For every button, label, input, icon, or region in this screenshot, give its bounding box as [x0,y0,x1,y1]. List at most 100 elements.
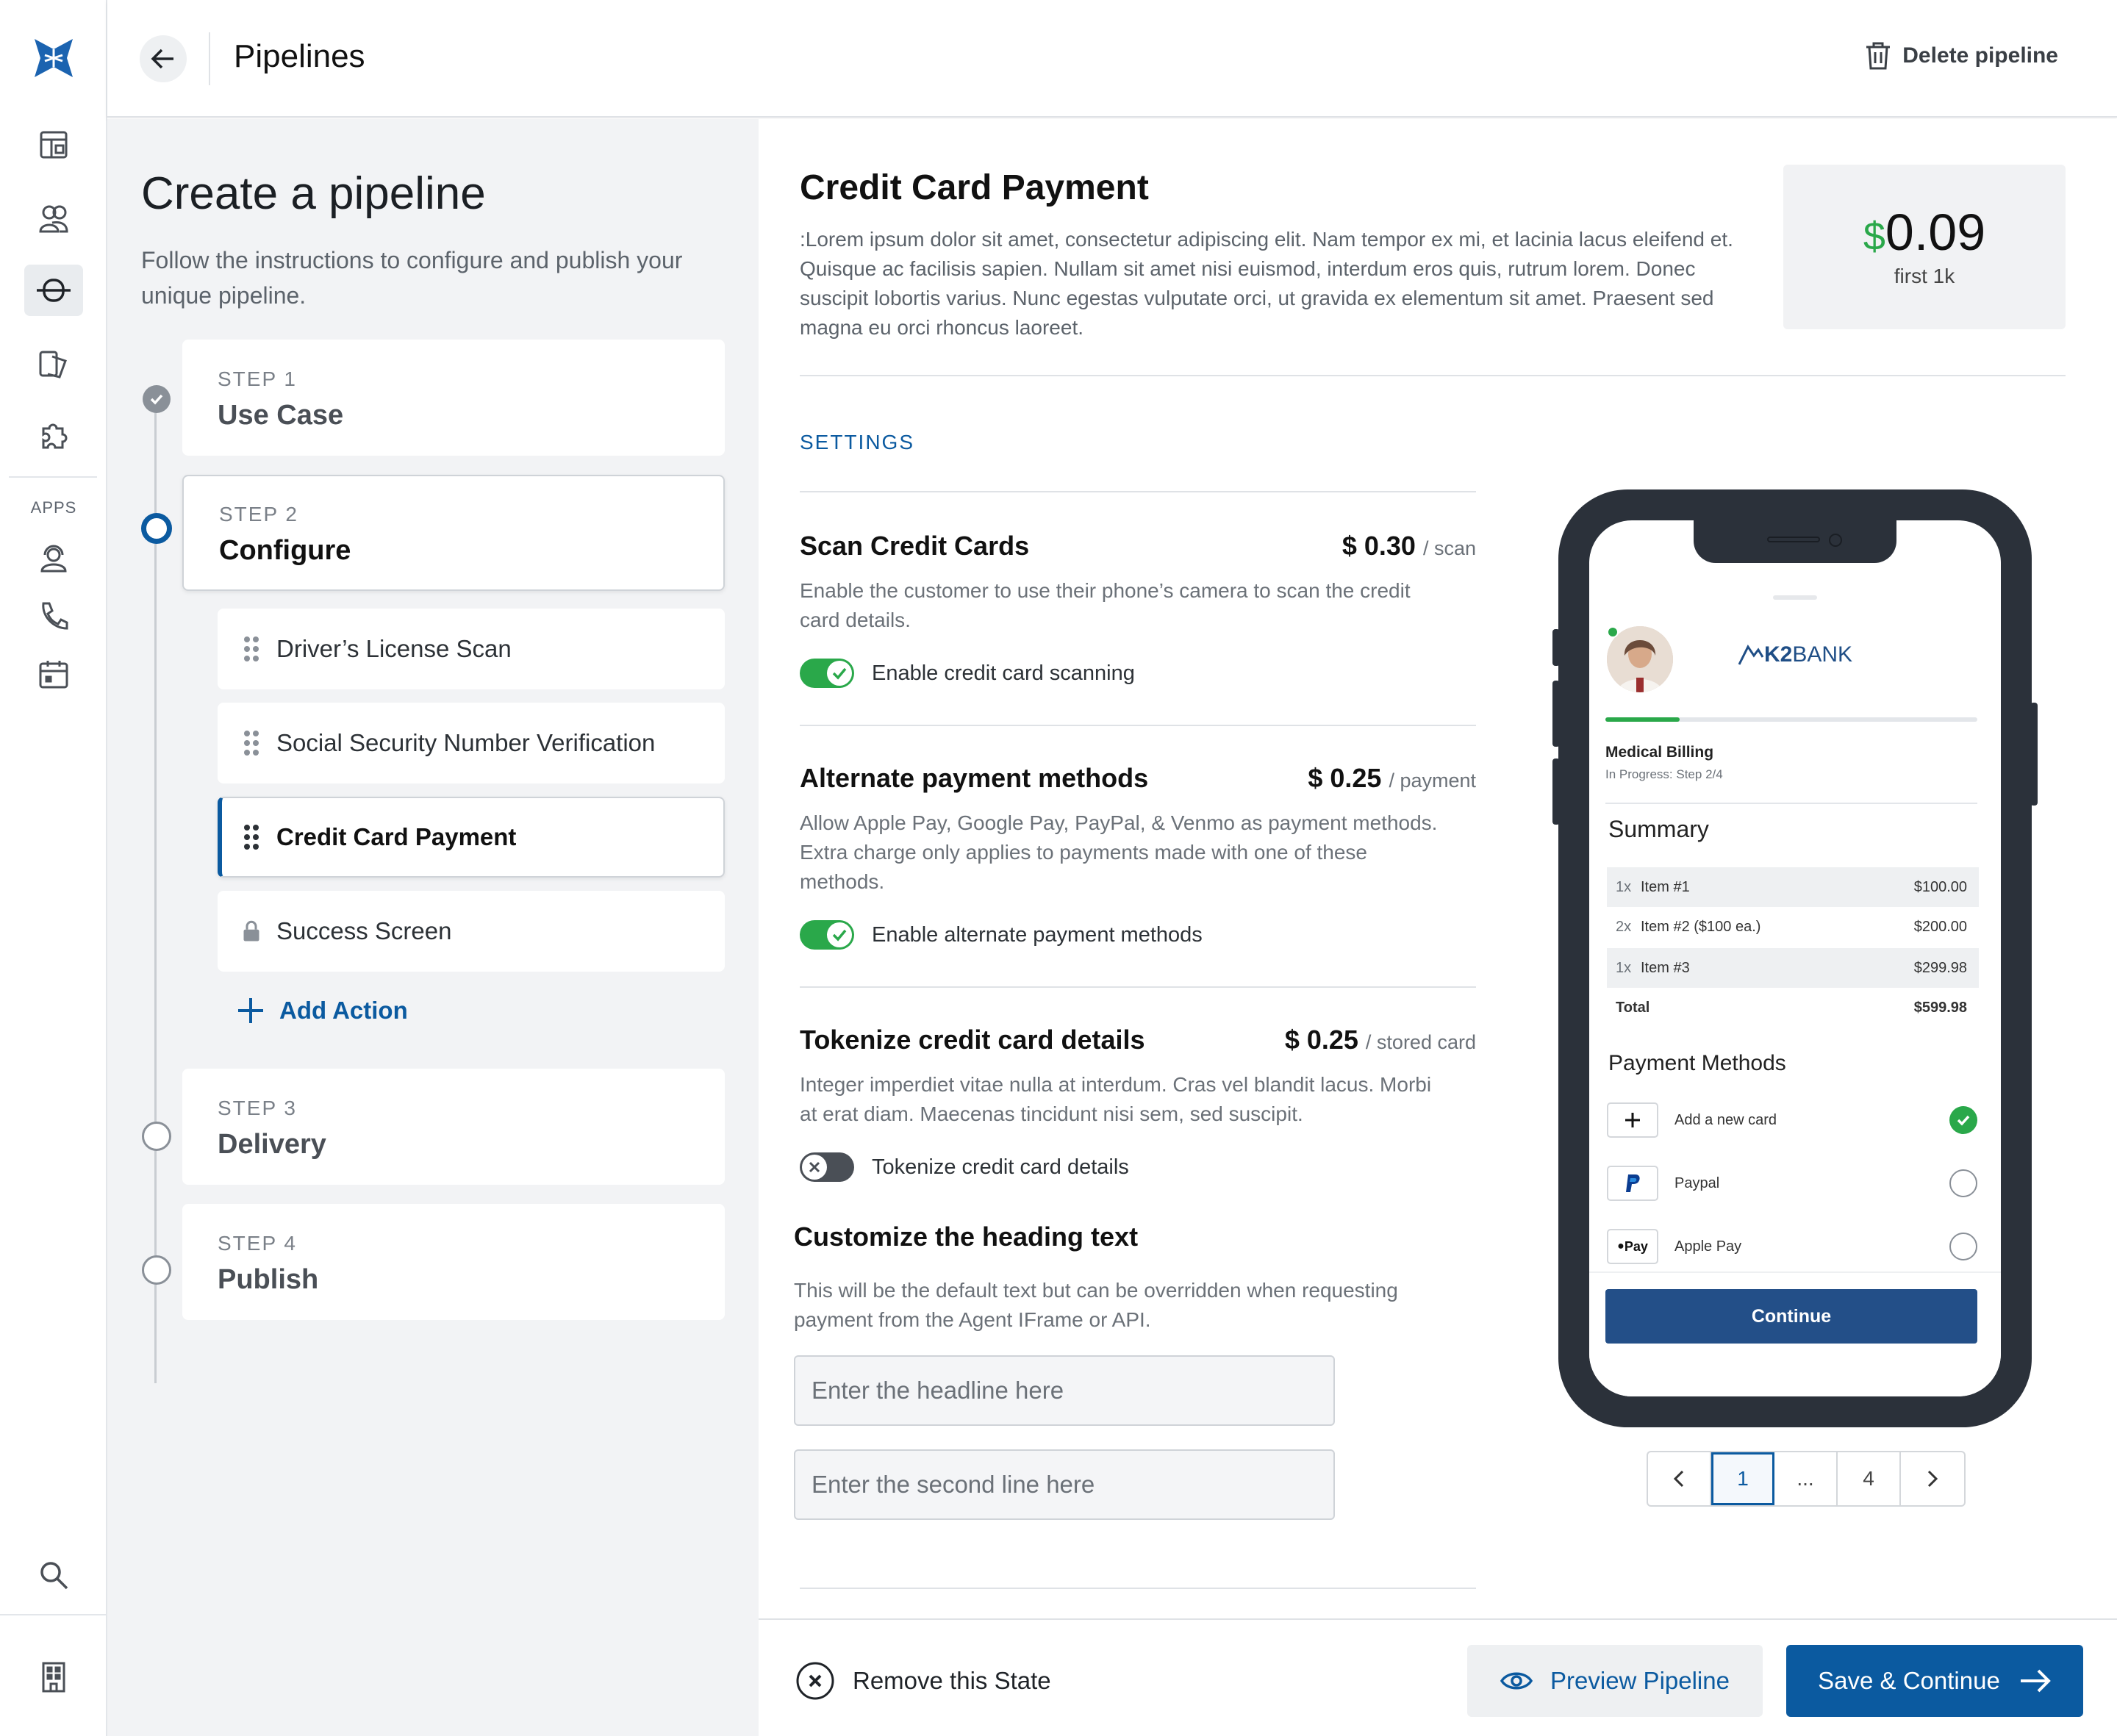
method-name: Add a new card [1674,1111,1777,1128]
remove-state-button[interactable]: Remove this State [795,1661,1051,1701]
step-name: Use Case [218,400,344,431]
radio-unchecked[interactable] [1949,1169,1977,1197]
panel-subtitle: Follow the instructions to configure and… [141,247,683,309]
item-name: Item #1 [1641,878,1690,895]
scan-cards-toggle[interactable] [800,659,854,688]
payment-method-add-card[interactable]: Add a new card [1607,1101,1979,1139]
add-action-button[interactable]: Add Action [237,997,408,1025]
payment-method-paypal[interactable]: Paypal [1607,1164,1979,1202]
x-icon [802,1155,827,1180]
customize-title: Customize the heading text [794,1222,1139,1252]
radio-unchecked[interactable] [1949,1233,1977,1260]
alternate-payment-toggle[interactable] [800,920,854,950]
pipelines-icon[interactable] [24,265,83,316]
headline-input[interactable] [794,1355,1335,1426]
setting-title: Alternate payment methods [800,763,1149,793]
drag-handle-icon[interactable] [243,636,260,662]
drag-handle-icon[interactable] [243,730,260,756]
action-name: Social Security Number Verification [276,729,656,756]
pager-ellipsis[interactable]: ... [1774,1452,1838,1505]
save-continue-button[interactable]: Save & Continue [1786,1645,2083,1717]
divider [800,375,2066,376]
drag-handle-icon[interactable] [243,824,260,850]
check-icon [827,922,852,947]
action-name: Driver’s License Scan [276,635,512,662]
summary-total-row: Total $599.98 [1607,988,1979,1027]
page-title: Pipelines [234,38,365,74]
divider [800,491,1476,492]
lock-icon [243,917,260,945]
summary-title: Summary [1608,816,1709,842]
action-name: Credit Card Payment [276,823,517,850]
action-title: Credit Card Payment [800,168,1149,207]
phone-notch [1694,520,1896,563]
action-description: :Lorem ipsum dolor sit amet, consectetur… [800,228,1733,339]
action-success-screen[interactable]: Success Screen [218,891,725,972]
phone-screen: K2 BANK Medical Billing In Progress: Step… [1589,520,2001,1396]
timeline-line [154,398,157,1383]
radio-checked[interactable] [1949,1106,1977,1134]
mountain-icon [1738,645,1764,665]
apple-pay-icon-text: Pay [1624,1238,1648,1254]
action-credit-card-payment[interactable]: Credit Card Payment [218,797,725,878]
price-box: $0.09 first 1k [1783,165,2066,329]
dashboard-icon[interactable] [24,119,83,171]
step-label: STEP 1 [218,367,297,390]
step-name: Configure [219,535,351,566]
summary-row: 1x Item #3 $299.98 [1607,948,1979,988]
plus-icon [238,998,263,1023]
item-qty: 2x [1616,918,1632,935]
payment-method-apple-pay[interactable]: ● Pay Apple Pay [1607,1227,1979,1266]
pipeline-steps-panel: Create a pipeline Follow the instruction… [107,119,759,1736]
users-icon[interactable] [24,193,83,244]
pager-page[interactable]: 1 [1711,1452,1774,1505]
pager-next-button[interactable] [1901,1452,1964,1505]
preview-pipeline-button[interactable]: Preview Pipeline [1467,1645,1763,1717]
action-drivers-license-scan[interactable]: Driver’s License Scan [218,609,725,689]
step-name: Publish [218,1264,319,1295]
search-icon[interactable] [24,1549,83,1601]
step-card-delivery[interactable]: STEP 3 Delivery [182,1069,725,1185]
arrow-right-icon [2020,1669,2051,1693]
step-card-publish[interactable]: STEP 4 Publish [182,1204,725,1320]
building-icon[interactable] [24,1651,83,1702]
second-line-input[interactable] [794,1449,1335,1520]
toggle-label: Enable credit card scanning [872,661,1135,685]
documents-icon[interactable] [24,338,83,390]
step-card-configure[interactable]: STEP 2 Configure [182,475,725,591]
paypal-icon [1607,1166,1658,1201]
brand-rest: BANK [1792,642,1853,667]
action-ssn-verification[interactable]: Social Security Number Verification [218,703,725,783]
phone-continue-button[interactable]: Continue [1605,1289,1977,1344]
payment-methods-title: Payment Methods [1608,1051,1786,1075]
price-value: $ 0.30 [1342,531,1416,561]
step-name: Delivery [218,1129,326,1160]
setting-price: $ 0.30 / scan [1342,531,1476,562]
chevron-left-icon [1673,1470,1684,1488]
calendar-icon[interactable] [24,648,83,700]
add-action-label: Add Action [279,997,408,1024]
back-button[interactable] [140,35,187,82]
phone-side-button [1552,758,1560,825]
customize-description: This will be the default text but can be… [794,1279,1398,1331]
puzzle-icon[interactable] [24,409,83,460]
step-current-icon [141,513,172,544]
setting-title: Scan Credit Cards [800,531,1030,561]
tokenize-toggle[interactable] [800,1152,854,1182]
step-complete-icon [143,385,171,413]
logo-icon[interactable] [24,32,83,84]
phone-icon[interactable] [24,589,83,641]
step-card-use-case[interactable]: STEP 1 Use Case [182,340,725,456]
price-unit: / stored card [1365,1031,1476,1053]
eye-icon [1500,1672,1533,1690]
pager-prev-button[interactable] [1648,1452,1711,1505]
pager-page[interactable]: 4 [1838,1452,1901,1505]
setting-price: $ 0.25 / payment [1308,763,1476,794]
toggle-label: Enable alternate payment methods [872,922,1203,947]
price-amount: $0.09 [1783,203,2066,262]
panel-title: Create a pipeline [141,168,486,219]
currency-symbol: $ [1863,215,1885,259]
check-icon [827,661,852,686]
agent-icon[interactable] [24,532,83,584]
delete-pipeline-button[interactable]: Delete pipeline [1864,41,2058,71]
